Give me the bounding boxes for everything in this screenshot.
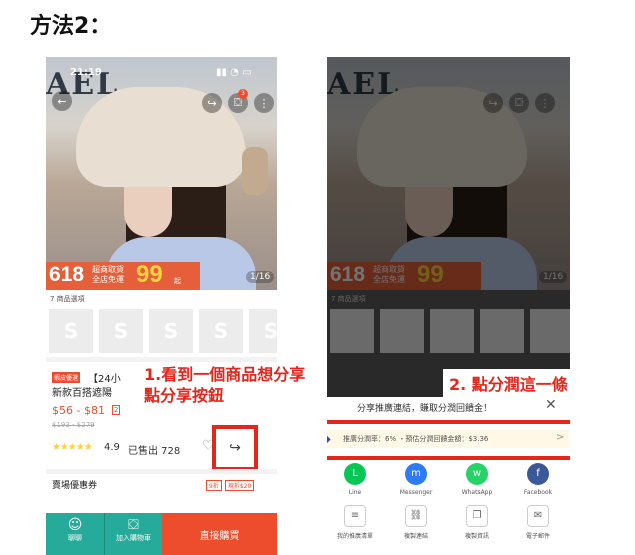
- add-to-cart-button[interactable]: ⛋ 加入購物車: [104, 513, 162, 555]
- annotation-step1: 1.看到一個商品想分享 點分享按鈕: [140, 362, 310, 408]
- share-apps-row: L Line m Messenger w WhatsApp f Facebook: [333, 463, 560, 496]
- banner-618: 618: [49, 263, 85, 286]
- divider: [46, 469, 277, 474]
- share-sheet-screen: AEL ↪ ⛋ ⋮ 618 超商取貨 全店免運 99 1/16 7 商品選項 分…: [327, 57, 570, 555]
- product-name-line2: 新款百搭遮陽: [52, 388, 112, 399]
- option-thumbnails: S S S S S: [49, 309, 277, 353]
- promo-banner: 618 超商取貨 全店免運 99 起: [46, 261, 200, 290]
- share-app-label: Line: [348, 489, 362, 496]
- original-price: $193 - $279: [52, 421, 95, 429]
- share-action-label: 我的推廣清單: [336, 533, 373, 540]
- bottom-action-bar: ☺ 聊聊 ⛋ 加入購物車 直接購買: [46, 513, 277, 555]
- share-app-facebook[interactable]: f Facebook: [516, 463, 560, 496]
- page-title: 方法2：: [30, 14, 112, 39]
- line-icon: L: [344, 463, 366, 485]
- options-label: 7 商品選項: [50, 295, 85, 303]
- annotation-step1-line1: 1.看到一個商品想分享: [144, 365, 306, 384]
- option-thumb[interactable]: S: [99, 309, 143, 353]
- dim-overlay[interactable]: [327, 57, 570, 397]
- preferred-tag: 蝦皮優選: [52, 372, 81, 383]
- buy-now-button[interactable]: 直接購買: [162, 513, 277, 555]
- share-app-whatsapp[interactable]: w WhatsApp: [455, 463, 499, 496]
- list-icon: ≡: [344, 505, 366, 527]
- option-thumb[interactable]: S: [199, 309, 243, 353]
- banner-text: 超商取貨 全店免運: [92, 265, 124, 285]
- share-button[interactable]: ↪: [212, 425, 258, 471]
- add-to-cart-label: 加入購物車: [116, 534, 151, 542]
- coupon-tag: 現折$20: [224, 480, 255, 491]
- option-thumb[interactable]: S: [249, 309, 277, 353]
- product-page-screen: AEL 21:19 ▮▮ ◔ ▭ ← ↪ ⛋ 3 ⋮ 618 超商取貨 全店免運…: [46, 57, 277, 555]
- banner-line2: 全店免運: [92, 275, 124, 284]
- copy-icon: ❐: [466, 505, 488, 527]
- share-app-line[interactable]: L Line: [333, 463, 377, 496]
- chat-button[interactable]: ☺ 聊聊: [46, 513, 104, 555]
- status-icons: ▮▮ ◔ ▭: [216, 67, 252, 78]
- annotation-step2: 2. 點分潤這一條: [443, 369, 574, 397]
- chevron-right-icon: >: [556, 432, 565, 443]
- cart-icon: ⛋: [128, 517, 139, 533]
- share-app-messenger[interactable]: m Messenger: [394, 463, 438, 496]
- cart-badge: 3: [238, 89, 248, 99]
- my-promo-list-button[interactable]: ≡ 我的推廣清單: [333, 505, 377, 540]
- commission-icon: ◆: [327, 434, 331, 445]
- email-button[interactable]: ✉ 電子郵件: [516, 505, 560, 540]
- share-actions-row: ≡ 我的推廣清單 ⛓ 複製連結 ❐ 複製資訊 ✉ 電子郵件: [333, 505, 560, 540]
- copy-info-button[interactable]: ❐ 複製資訊: [455, 505, 499, 540]
- messenger-icon: m: [405, 463, 427, 485]
- status-time: 21:19: [70, 67, 102, 78]
- copy-link-button[interactable]: ⛓ 複製連結: [394, 505, 438, 540]
- share-sheet-title: 分享推廣連結，賺取分潤回饋金！: [357, 404, 493, 414]
- image-counter: 1/16: [246, 271, 275, 283]
- share-action-label: 複製資訊: [464, 533, 489, 540]
- product-photo: AEL 21:19 ▮▮ ◔ ▭ ← ↪ ⛋ 3 ⋮ 618 超商取貨 全店免運…: [46, 57, 277, 290]
- commission-rate-text: 推廣分潤率：6% ・預估分潤回饋金額：$3.36: [327, 430, 569, 448]
- share-app-label: WhatsApp: [461, 489, 493, 496]
- whatsapp-icon: w: [466, 463, 488, 485]
- banner-99: 99: [136, 261, 163, 288]
- rating-stars: ★★★★★: [52, 442, 93, 453]
- price-badge: 2: [112, 405, 121, 415]
- price: $56 - $81: [52, 404, 105, 417]
- banner-qi: 起: [174, 277, 181, 285]
- option-thumb[interactable]: S: [49, 309, 93, 353]
- annotation-step1-line2: 點分享按鈕: [144, 386, 225, 405]
- close-icon[interactable]: ✕: [545, 397, 557, 413]
- sold-count: 已售出 728: [128, 446, 181, 457]
- hat-bow: [242, 147, 268, 195]
- rating-value: 4.9: [104, 442, 120, 453]
- commission-rate-row[interactable]: 推廣分潤率：6% ・預估分潤回饋金額：$3.36 ◆ >: [327, 420, 570, 460]
- back-icon[interactable]: ←: [52, 91, 72, 111]
- share-sheet: 分享推廣連結，賺取分潤回饋金！ ✕ 推廣分潤率：6% ・預估分潤回饋金額：$3.…: [327, 397, 570, 555]
- email-icon: ✉: [527, 505, 549, 527]
- product-name-line1: 【24小: [88, 374, 121, 385]
- share-action-label: 複製連結: [403, 533, 428, 540]
- chat-label: 聊聊: [68, 534, 82, 542]
- share-app-label: Facebook: [523, 489, 553, 496]
- more-icon[interactable]: ⋮: [254, 93, 274, 113]
- coupon-tag: 9折: [206, 480, 222, 491]
- chat-icon: ☺: [67, 517, 83, 533]
- option-thumb[interactable]: S: [149, 309, 193, 353]
- shop-coupon-label[interactable]: 賣場優惠券: [52, 478, 97, 491]
- banner-line1: 超商取貨: [92, 265, 124, 274]
- share-top-icon[interactable]: ↪: [202, 93, 222, 113]
- share-action-label: 電子郵件: [525, 533, 550, 540]
- link-icon: ⛓: [405, 505, 427, 527]
- share-app-label: Messenger: [399, 489, 433, 496]
- facebook-icon: f: [527, 463, 549, 485]
- coupon-tags: 9折 現折$20: [206, 480, 255, 491]
